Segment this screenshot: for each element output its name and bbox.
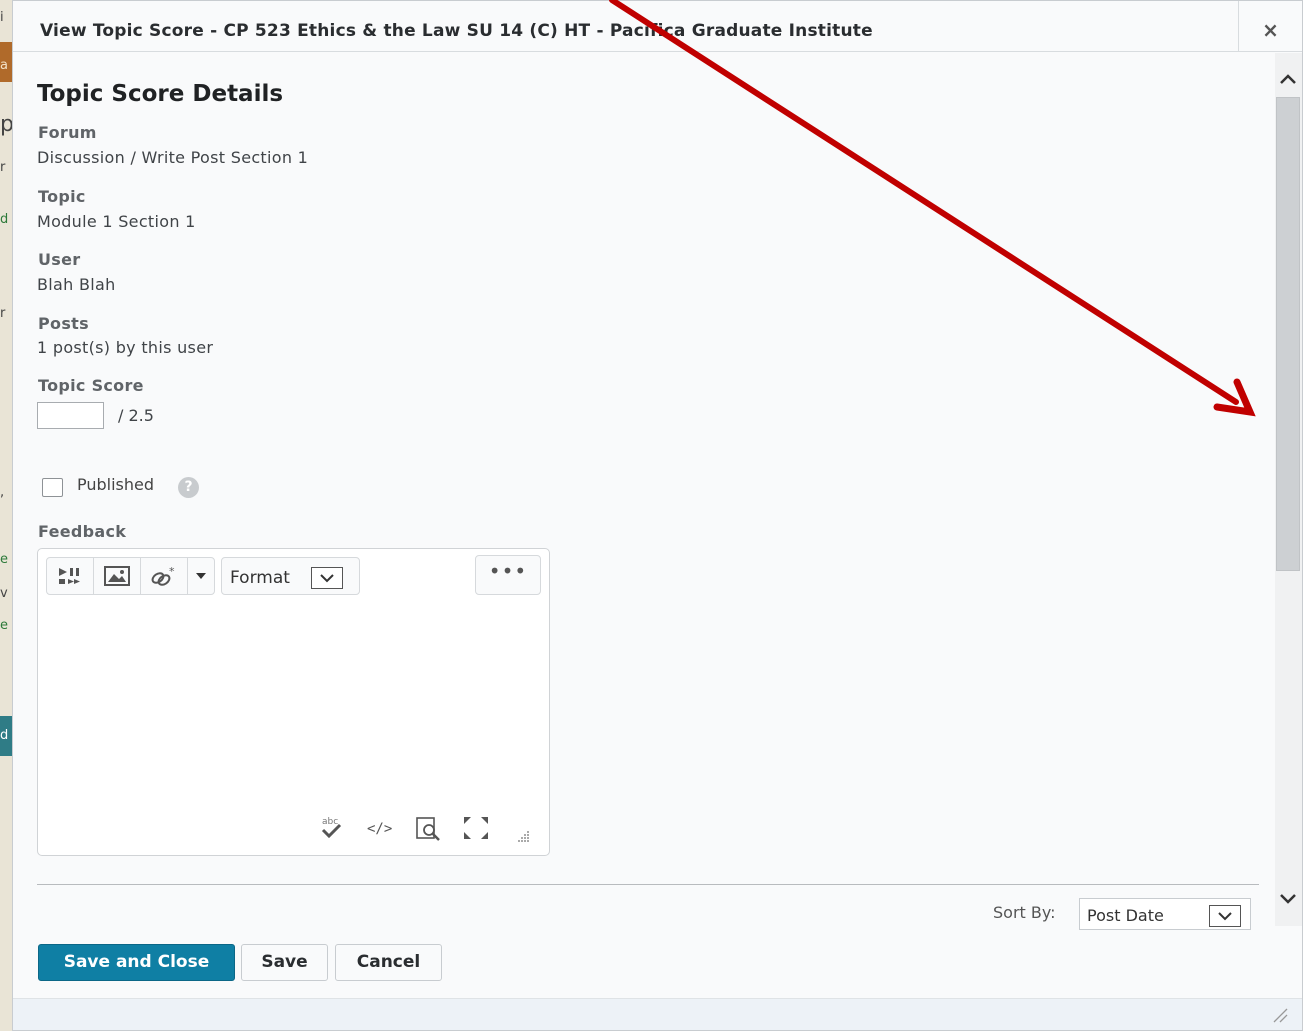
section-heading: Topic Score Details [37,81,284,107]
user-label: User [38,250,81,269]
save-button[interactable]: Save [241,944,328,981]
close-button[interactable]: × [1238,1,1302,52]
topic-score-input[interactable] [37,402,104,429]
feedback-editor[interactable]: * Format ••• abc </> [37,548,550,856]
background-text: v [0,586,8,601]
chevron-down-icon [1218,912,1232,921]
insert-image-button[interactable] [94,558,141,594]
scroll-down-icon[interactable] [1275,886,1302,912]
sort-by-select[interactable]: Post Date [1079,898,1251,930]
background-text: r [0,160,6,175]
background-text: , [0,485,5,500]
preview-icon[interactable] [414,815,442,841]
dialog-content: Topic Score Details Forum Discussion / W… [13,53,1275,930]
background-text: p [0,112,12,137]
dialog-titlebar: View Topic Score - CP 523 Ethics & the L… [13,1,1302,52]
save-and-close-button[interactable]: Save and Close [38,944,235,981]
dialog-footer [13,998,1302,1030]
editor-insert-toolbar: * [46,557,215,595]
svg-text:abc: abc [322,817,338,827]
posts-value: 1 post(s) by this user [37,338,214,357]
scroll-up-icon[interactable] [1275,67,1302,93]
vertical-scrollbar[interactable] [1275,53,1302,926]
chevron-down-icon [320,574,334,583]
dialog-title: View Topic Score - CP 523 Ethics & the L… [40,21,873,41]
insert-link-button[interactable]: * [141,558,188,594]
user-value: Blah Blah [37,275,116,294]
topic-value: Module 1 Section 1 [37,212,196,231]
background-text: r [0,306,6,321]
sort-by-value: Post Date [1087,906,1164,925]
source-code-icon[interactable]: </> [366,815,394,841]
background-text: e [0,552,8,567]
close-icon: × [1262,18,1279,42]
editor-bottom-toolbar: abc </> [318,815,490,841]
topic-score-max: / 2.5 [118,406,154,425]
resize-grip-icon[interactable] [515,829,531,843]
topic-score-dialog: View Topic Score - CP 523 Ethics & the L… [12,0,1303,1031]
spellcheck-icon[interactable]: abc [318,815,346,841]
dialog-resize-grip-icon[interactable] [1271,1007,1289,1023]
posts-label: Posts [38,314,89,333]
svg-text:*: * [169,565,175,578]
scrollbar-thumb[interactable] [1276,97,1300,571]
help-icon[interactable]: ? [178,477,199,498]
section-divider [37,884,1259,885]
sort-by-label: Sort By: [993,903,1056,922]
format-label: Format [230,568,290,588]
topic-label: Topic [38,187,86,206]
cancel-button[interactable]: Cancel [335,944,442,981]
published-checkbox[interactable] [42,478,63,497]
background-text: d [0,212,9,227]
format-select[interactable]: Format [221,557,360,595]
background-text: i [0,10,4,25]
more-actions-button[interactable]: ••• [475,555,541,595]
background-text: d [0,728,9,743]
feedback-label: Feedback [38,522,127,541]
background-text: e [0,618,8,633]
format-dropdown-button[interactable] [311,567,343,589]
forum-label: Forum [38,123,97,142]
insert-stuff-button[interactable] [47,558,94,594]
insert-menu-dropdown[interactable] [188,558,214,594]
forum-value: Discussion / Write Post Section 1 [37,148,309,167]
insert-link-icon: * [151,565,175,586]
background-page-edge: i a p r d r , e v e d [0,0,12,1031]
dropdown-caret-icon [196,573,206,579]
background-text: a [0,58,8,73]
fullscreen-icon[interactable] [462,815,490,841]
sort-dropdown-button[interactable] [1209,905,1241,927]
published-label: Published [77,475,155,494]
topic-score-label: Topic Score [38,376,144,395]
svg-text:</>: </> [367,821,392,837]
insert-stuff-icon [59,568,80,584]
insert-image-icon [104,566,130,586]
